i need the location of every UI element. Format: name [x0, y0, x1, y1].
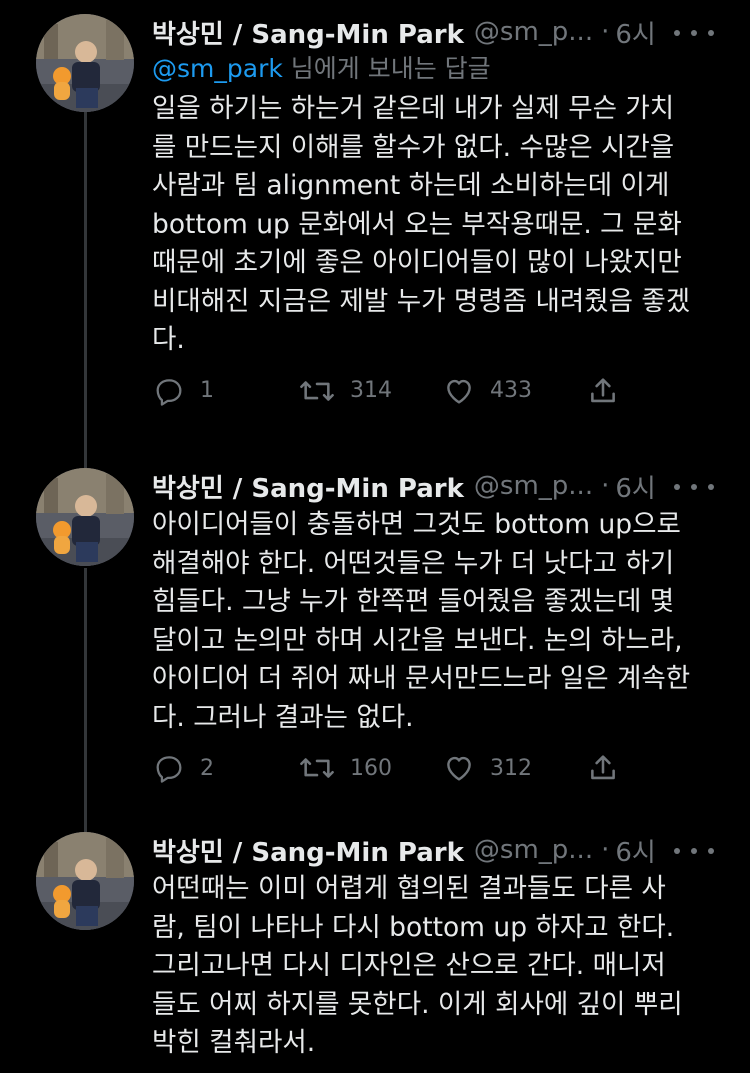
avatar[interactable]: [36, 468, 134, 566]
author-handle[interactable]: @sm_p...: [474, 835, 593, 865]
reply-button[interactable]: 1: [152, 374, 214, 408]
like-count: 433: [490, 378, 532, 403]
share-icon: [591, 377, 615, 402]
author-handle[interactable]: @sm_p...: [474, 17, 593, 47]
tweet-line: 해결해야 한다. 어떤것들은 누가 더 낫다고 하기: [152, 547, 675, 579]
reply-icon: [156, 756, 182, 783]
reply-to-suffix: 님에게 보내는 답글: [282, 54, 491, 83]
tweet-text: 일을 하기는 하는거 같은데 내가 실제 무슨 가치를 만드는지 이해를 할수가…: [152, 90, 732, 360]
tweet-line: 박힌 컬춰라서.: [152, 1027, 316, 1058]
like-button[interactable]: 433: [442, 374, 532, 408]
more-icon[interactable]: [674, 20, 714, 46]
tweet-line: 그리고나면 다시 디자인은 산으로 간다. 매니저: [152, 950, 666, 981]
like-button[interactable]: 312: [442, 751, 532, 785]
retweet-button[interactable]: 160: [298, 751, 392, 785]
tweet-line: 사람과 팀 alignment 하는데 소비하는데 이게: [152, 170, 670, 201]
tweet-line: bottom up 문화에서 오는 부작용때문. 그 문화: [152, 208, 682, 240]
retweet-icon: [300, 380, 334, 401]
reply-count: 2: [200, 755, 214, 781]
reply-to-label: @sm_park 님에게 보내는 답글: [152, 50, 732, 88]
separator-dot: ·: [601, 471, 610, 501]
tweet-line: 때문에 초기에 좋은 아이디어들이 많이 나왔지만: [152, 247, 682, 278]
tweet-line: 람, 팀이 나타나 다시 bottom up 하자고 한다.: [152, 911, 675, 943]
tweet[interactable]: 박상민 / Sang-Min Park @sm_p... · 6시 어떤때는 이…: [0, 832, 750, 1073]
like-icon: [447, 379, 471, 404]
separator-dot: ·: [601, 835, 610, 865]
timestamp[interactable]: 6시: [615, 468, 655, 505]
tweet-line: 아이디어들이 충돌하면 그것도 bottom up으로: [152, 509, 681, 540]
more-icon[interactable]: [674, 474, 714, 500]
action-bar: 2 160 312: [152, 751, 732, 791]
tweet-line: 힘들다. 그냥 누가 한쪽편 들어줬음 좋겠는데 몇: [152, 586, 675, 617]
author-handle[interactable]: @sm_p...: [474, 471, 593, 501]
tweet-text: 아이디어들이 충돌하면 그것도 bottom up으로해결해야 한다. 어떤것들…: [152, 506, 732, 737]
tweet-line: 달이고 논의만 하며 시간을 보낸다. 논의 하느라,: [152, 624, 683, 656]
like-count: 312: [490, 755, 532, 781]
retweet-button[interactable]: 314: [298, 374, 392, 408]
more-icon[interactable]: [674, 838, 714, 864]
tweet-line: 일을 하기는 하는거 같은데 내가 실제 무슨 가치: [152, 93, 675, 124]
retweet-count: 314: [350, 378, 392, 403]
timestamp[interactable]: 6시: [615, 832, 655, 869]
author-name[interactable]: 박상민 / Sang-Min Park: [152, 468, 464, 505]
tweet-line: 를 만드는지 이해를 할수가 없다. 수많은 시간을: [152, 131, 675, 163]
reply-to-mention[interactable]: @sm_park: [152, 54, 283, 83]
author-name[interactable]: 박상민 / Sang-Min Park: [152, 14, 464, 51]
share-button[interactable]: [586, 374, 620, 408]
tweet-line: 다.: [152, 324, 185, 355]
tweet-line: 아이디어 더 쥐어 짜내 문서만드느라 일은 계속한: [152, 663, 691, 694]
reply-button[interactable]: 2: [152, 751, 214, 785]
share-button[interactable]: [586, 751, 620, 785]
reply-count: 1: [200, 378, 214, 403]
separator-dot: ·: [601, 17, 610, 47]
like-icon: [447, 756, 471, 781]
tweet-line: 비대해진 지금은 제발 누가 명령좀 내려줬음 좋겠: [152, 285, 691, 317]
tweet[interactable]: 박상민 / Sang-Min Park @sm_p... · 6시 아이디어들이…: [0, 468, 750, 808]
avatar[interactable]: [36, 832, 134, 930]
action-bar: 1 314 433: [152, 374, 732, 414]
tweet-line: 어떤때는 이미 어렵게 협의된 결과들도 다른 사: [152, 873, 666, 904]
timestamp[interactable]: 6시: [615, 14, 655, 51]
tweet[interactable]: 박상민 / Sang-Min Park @sm_p... · 6시 @sm_pa…: [0, 14, 750, 444]
avatar[interactable]: [36, 14, 134, 112]
retweet-count: 160: [350, 755, 392, 781]
tweet-line: 들도 어찌 하지를 못한다. 이게 회사에 깊이 뿌리: [152, 988, 683, 1020]
share-icon: [591, 755, 615, 780]
retweet-icon: [300, 758, 334, 778]
reply-icon: [156, 378, 182, 406]
author-name[interactable]: 박상민 / Sang-Min Park: [152, 832, 464, 869]
tweet-line: 다. 그러나 결과는 없다.: [152, 701, 414, 733]
tweet-text: 어떤때는 이미 어렵게 협의된 결과들도 다른 사람, 팀이 나타나 다시 bo…: [152, 870, 732, 1063]
